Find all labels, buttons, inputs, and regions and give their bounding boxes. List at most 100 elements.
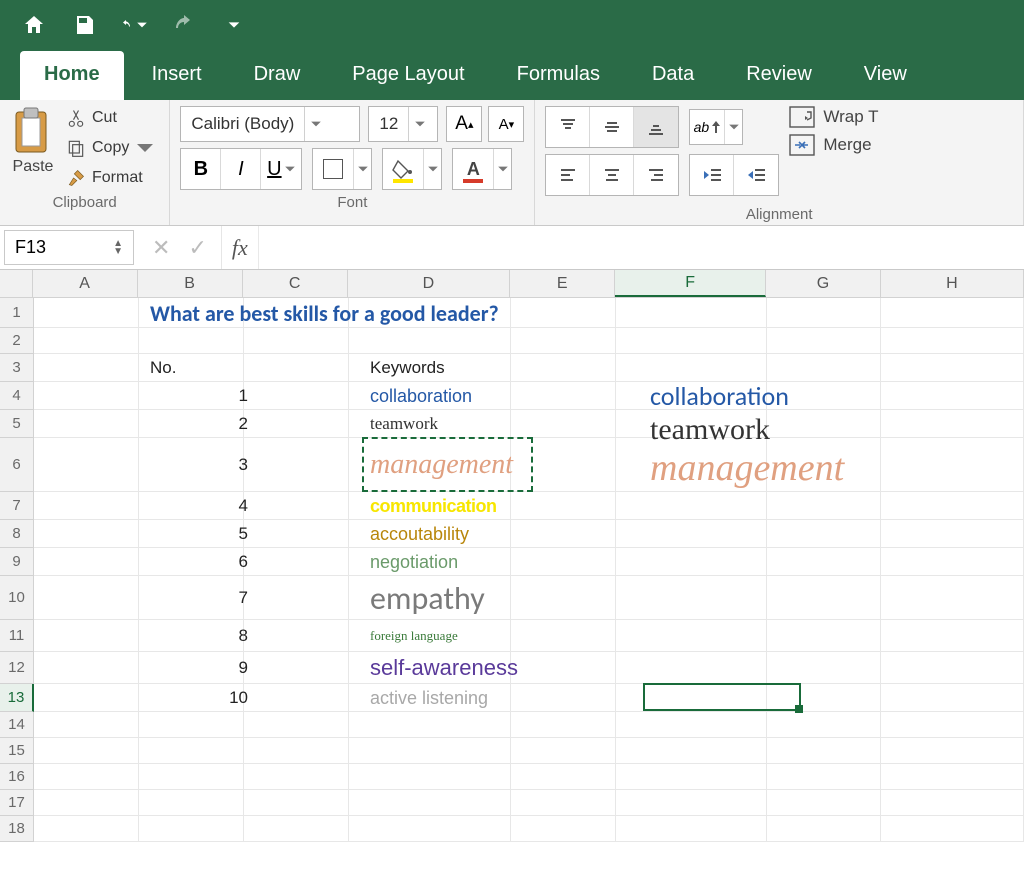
name-box[interactable]: F13 ▲▼ bbox=[4, 230, 134, 265]
cell[interactable] bbox=[511, 438, 616, 492]
cell[interactable] bbox=[244, 354, 349, 382]
row-header[interactable]: 10 bbox=[0, 576, 34, 620]
tab-review[interactable]: Review bbox=[722, 51, 836, 100]
cell[interactable] bbox=[616, 328, 767, 354]
cell[interactable] bbox=[511, 684, 616, 712]
tab-insert[interactable]: Insert bbox=[128, 51, 226, 100]
cell[interactable] bbox=[767, 576, 882, 620]
cell[interactable] bbox=[511, 410, 616, 438]
column-header[interactable]: D bbox=[348, 270, 510, 297]
enter-icon[interactable]: ✓ bbox=[188, 235, 206, 261]
cell[interactable] bbox=[244, 548, 349, 576]
cell[interactable] bbox=[139, 712, 244, 738]
cell[interactable] bbox=[244, 492, 349, 520]
cell[interactable] bbox=[34, 576, 139, 620]
redo-icon[interactable] bbox=[170, 11, 198, 39]
align-center-button[interactable] bbox=[590, 155, 634, 195]
cell[interactable] bbox=[244, 712, 349, 738]
row-header[interactable]: 2 bbox=[0, 328, 34, 354]
cell[interactable] bbox=[881, 548, 1024, 576]
cell[interactable] bbox=[616, 576, 767, 620]
cell[interactable] bbox=[34, 354, 139, 382]
cell[interactable] bbox=[244, 438, 349, 492]
cell[interactable] bbox=[767, 410, 882, 438]
cell[interactable] bbox=[616, 520, 767, 548]
column-header[interactable]: B bbox=[138, 270, 243, 297]
cell[interactable] bbox=[881, 520, 1024, 548]
cell[interactable] bbox=[34, 652, 139, 684]
cut-button[interactable]: Cut bbox=[62, 106, 159, 130]
cell[interactable] bbox=[881, 576, 1024, 620]
cell[interactable] bbox=[349, 790, 511, 816]
row-header[interactable]: 7 bbox=[0, 492, 34, 520]
column-header[interactable]: A bbox=[33, 270, 138, 297]
tab-data[interactable]: Data bbox=[628, 51, 718, 100]
cell[interactable] bbox=[349, 816, 511, 842]
cell[interactable] bbox=[511, 620, 616, 652]
fx-label[interactable]: fx bbox=[222, 226, 258, 269]
cell[interactable] bbox=[34, 328, 139, 354]
row-header[interactable]: 16 bbox=[0, 764, 34, 790]
cell[interactable] bbox=[511, 764, 616, 790]
cell[interactable] bbox=[34, 298, 139, 328]
row-header[interactable]: 9 bbox=[0, 548, 34, 576]
cell[interactable] bbox=[349, 738, 511, 764]
cell[interactable] bbox=[511, 492, 616, 520]
column-header[interactable]: H bbox=[881, 270, 1024, 297]
cell[interactable] bbox=[767, 520, 882, 548]
cell[interactable] bbox=[244, 382, 349, 410]
row-header[interactable]: 1 bbox=[0, 298, 34, 328]
cell[interactable] bbox=[139, 816, 244, 842]
row-header[interactable]: 14 bbox=[0, 712, 34, 738]
italic-button[interactable]: I bbox=[221, 149, 261, 189]
copy-button[interactable]: Copy bbox=[62, 136, 159, 160]
column-header[interactable]: E bbox=[510, 270, 615, 297]
cell[interactable] bbox=[767, 620, 882, 652]
cell[interactable] bbox=[34, 520, 139, 548]
cell[interactable] bbox=[244, 790, 349, 816]
cell[interactable] bbox=[34, 816, 139, 842]
cell[interactable] bbox=[881, 684, 1024, 712]
row-header[interactable]: 15 bbox=[0, 738, 34, 764]
cell[interactable] bbox=[511, 816, 616, 842]
cell[interactable] bbox=[881, 790, 1024, 816]
tab-view[interactable]: View bbox=[840, 51, 931, 100]
orientation-button[interactable]: ab bbox=[689, 109, 743, 145]
row-header[interactable]: 8 bbox=[0, 520, 34, 548]
cell[interactable] bbox=[767, 738, 882, 764]
cell[interactable] bbox=[34, 684, 139, 712]
borders-button[interactable] bbox=[312, 148, 372, 190]
cell[interactable] bbox=[616, 548, 767, 576]
cell[interactable] bbox=[511, 382, 616, 410]
cell[interactable] bbox=[511, 548, 616, 576]
cell[interactable] bbox=[881, 712, 1024, 738]
font-size-combo[interactable]: 12 bbox=[368, 106, 438, 142]
cell[interactable] bbox=[34, 712, 139, 738]
cell[interactable] bbox=[881, 354, 1024, 382]
cell[interactable] bbox=[244, 520, 349, 548]
cell[interactable] bbox=[34, 738, 139, 764]
cell[interactable] bbox=[616, 790, 767, 816]
align-middle-button[interactable] bbox=[590, 107, 634, 147]
tab-page-layout[interactable]: Page Layout bbox=[328, 51, 488, 100]
font-color-button[interactable]: A bbox=[452, 148, 512, 190]
cell[interactable] bbox=[349, 328, 511, 354]
cell[interactable] bbox=[616, 764, 767, 790]
cell[interactable] bbox=[34, 382, 139, 410]
underline-button[interactable]: U bbox=[261, 149, 301, 189]
cell[interactable] bbox=[139, 328, 244, 354]
cell[interactable] bbox=[616, 712, 767, 738]
cell[interactable] bbox=[511, 738, 616, 764]
customize-qat-icon[interactable] bbox=[220, 11, 248, 39]
cell[interactable] bbox=[244, 816, 349, 842]
cell[interactable] bbox=[881, 492, 1024, 520]
cell[interactable] bbox=[244, 328, 349, 354]
grow-font-button[interactable]: A▴ bbox=[446, 106, 482, 142]
cell-area[interactable]: What are best skills for a good leader?N… bbox=[34, 298, 1024, 842]
cell[interactable] bbox=[767, 712, 882, 738]
row-header[interactable]: 5 bbox=[0, 410, 34, 438]
cell[interactable] bbox=[34, 764, 139, 790]
cell[interactable] bbox=[349, 712, 511, 738]
cell[interactable] bbox=[511, 328, 616, 354]
tab-home[interactable]: Home bbox=[20, 51, 124, 100]
